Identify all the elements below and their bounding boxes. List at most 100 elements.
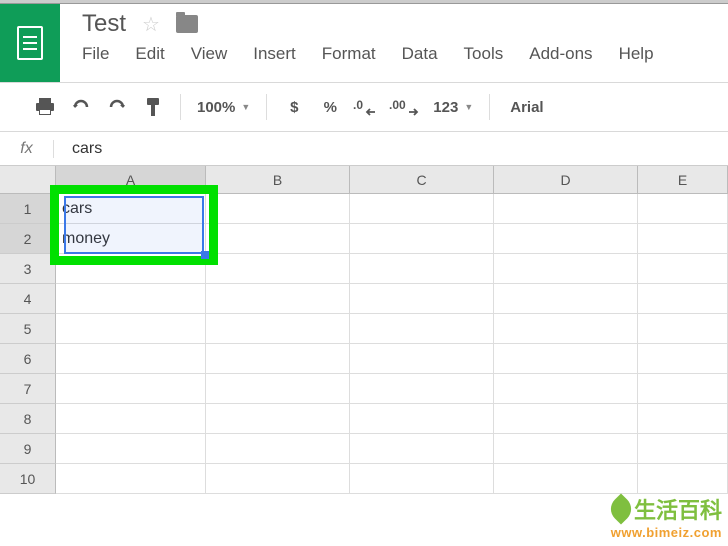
font-dropdown[interactable]: Arial xyxy=(500,99,553,116)
chevron-down-icon: ▼ xyxy=(241,102,250,112)
cell-a2[interactable]: money xyxy=(56,224,206,254)
row-header-10[interactable]: 10 xyxy=(0,464,56,494)
col-header-d[interactable]: D xyxy=(494,166,638,193)
toolbar: 100% ▼ $ % .0 .00 123 ▼ Arial xyxy=(0,82,728,132)
more-formats-dropdown[interactable]: 123 ▼ xyxy=(427,99,479,116)
decrease-decimal-button[interactable]: .0 xyxy=(349,90,383,124)
cell-e10[interactable] xyxy=(638,464,728,494)
row-header-1[interactable]: 1 xyxy=(0,194,56,224)
cell-d9[interactable] xyxy=(494,434,638,464)
cell-d3[interactable] xyxy=(494,254,638,284)
chevron-down-icon: ▼ xyxy=(464,102,473,112)
print-button[interactable] xyxy=(28,90,62,124)
cell-b4[interactable] xyxy=(206,284,350,314)
cell-c4[interactable] xyxy=(350,284,494,314)
cell-c9[interactable] xyxy=(350,434,494,464)
undo-button[interactable] xyxy=(64,90,98,124)
menu-help[interactable]: Help xyxy=(619,44,654,64)
cell-c3[interactable] xyxy=(350,254,494,284)
select-all-corner[interactable] xyxy=(0,166,56,193)
paint-format-button[interactable] xyxy=(136,90,170,124)
cell-d10[interactable] xyxy=(494,464,638,494)
cell-d6[interactable] xyxy=(494,344,638,374)
cell-e3[interactable] xyxy=(638,254,728,284)
increase-decimal-button[interactable]: .00 xyxy=(385,90,425,124)
fx-label: fx xyxy=(0,140,54,158)
cell-e1[interactable] xyxy=(638,194,728,224)
cell-c5[interactable] xyxy=(350,314,494,344)
cell-e7[interactable] xyxy=(638,374,728,404)
cell-b7[interactable] xyxy=(206,374,350,404)
cell-e6[interactable] xyxy=(638,344,728,374)
row-header-5[interactable]: 5 xyxy=(0,314,56,344)
cell-e5[interactable] xyxy=(638,314,728,344)
col-header-b[interactable]: B xyxy=(206,166,350,193)
row-header-9[interactable]: 9 xyxy=(0,434,56,464)
selection-fill-handle[interactable] xyxy=(201,251,209,259)
cell-d8[interactable] xyxy=(494,404,638,434)
col-header-a[interactable]: A xyxy=(56,166,206,193)
column-headers: A B C D E xyxy=(0,166,728,194)
cell-d1[interactable] xyxy=(494,194,638,224)
star-icon[interactable]: ☆ xyxy=(142,12,160,37)
cell-e2[interactable] xyxy=(638,224,728,254)
cell-c8[interactable] xyxy=(350,404,494,434)
leaf-icon xyxy=(605,493,636,524)
menu-insert[interactable]: Insert xyxy=(253,44,296,64)
folder-icon[interactable] xyxy=(176,15,198,33)
row-header-2[interactable]: 2 xyxy=(0,224,56,254)
cell-b2[interactable] xyxy=(206,224,350,254)
formula-input[interactable]: cars xyxy=(54,140,102,158)
cell-a1[interactable]: cars xyxy=(56,194,206,224)
cell-a7[interactable] xyxy=(56,374,206,404)
cell-a8[interactable] xyxy=(56,404,206,434)
col-header-c[interactable]: C xyxy=(350,166,494,193)
cell-e4[interactable] xyxy=(638,284,728,314)
row-header-6[interactable]: 6 xyxy=(0,344,56,374)
cell-d2[interactable] xyxy=(494,224,638,254)
cell-a5[interactable] xyxy=(56,314,206,344)
cell-b5[interactable] xyxy=(206,314,350,344)
cell-c1[interactable] xyxy=(350,194,494,224)
menu-data[interactable]: Data xyxy=(402,44,438,64)
cell-b8[interactable] xyxy=(206,404,350,434)
col-header-e[interactable]: E xyxy=(638,166,728,193)
cell-d5[interactable] xyxy=(494,314,638,344)
cell-c7[interactable] xyxy=(350,374,494,404)
cell-e8[interactable] xyxy=(638,404,728,434)
menu-addons[interactable]: Add-ons xyxy=(529,44,592,64)
menu-tools[interactable]: Tools xyxy=(464,44,504,64)
cell-b3[interactable] xyxy=(206,254,350,284)
menu-view[interactable]: View xyxy=(191,44,228,64)
format-percent-button[interactable]: % xyxy=(313,90,347,124)
watermark: 生活百科 www.bimeiz.com xyxy=(610,493,722,540)
svg-text:.0: .0 xyxy=(353,98,363,112)
cell-a10[interactable] xyxy=(56,464,206,494)
row-header-8[interactable]: 8 xyxy=(0,404,56,434)
row-header-7[interactable]: 7 xyxy=(0,374,56,404)
cell-a3[interactable] xyxy=(56,254,206,284)
cell-a4[interactable] xyxy=(56,284,206,314)
cell-b6[interactable] xyxy=(206,344,350,374)
cell-a6[interactable] xyxy=(56,344,206,374)
row-header-3[interactable]: 3 xyxy=(0,254,56,284)
zoom-dropdown[interactable]: 100% ▼ xyxy=(191,99,256,116)
cell-b9[interactable] xyxy=(206,434,350,464)
format-currency-button[interactable]: $ xyxy=(277,90,311,124)
cell-d7[interactable] xyxy=(494,374,638,404)
cell-c2[interactable] xyxy=(350,224,494,254)
menu-bar: File Edit View Insert Format Data Tools … xyxy=(82,44,728,64)
menu-format[interactable]: Format xyxy=(322,44,376,64)
cell-b1[interactable] xyxy=(206,194,350,224)
cell-a9[interactable] xyxy=(56,434,206,464)
cell-c6[interactable] xyxy=(350,344,494,374)
document-title[interactable]: Test xyxy=(82,10,126,38)
menu-edit[interactable]: Edit xyxy=(135,44,164,64)
redo-button[interactable] xyxy=(100,90,134,124)
row-header-4[interactable]: 4 xyxy=(0,284,56,314)
cell-b10[interactable] xyxy=(206,464,350,494)
cell-e9[interactable] xyxy=(638,434,728,464)
menu-file[interactable]: File xyxy=(82,44,109,64)
cell-d4[interactable] xyxy=(494,284,638,314)
cell-c10[interactable] xyxy=(350,464,494,494)
